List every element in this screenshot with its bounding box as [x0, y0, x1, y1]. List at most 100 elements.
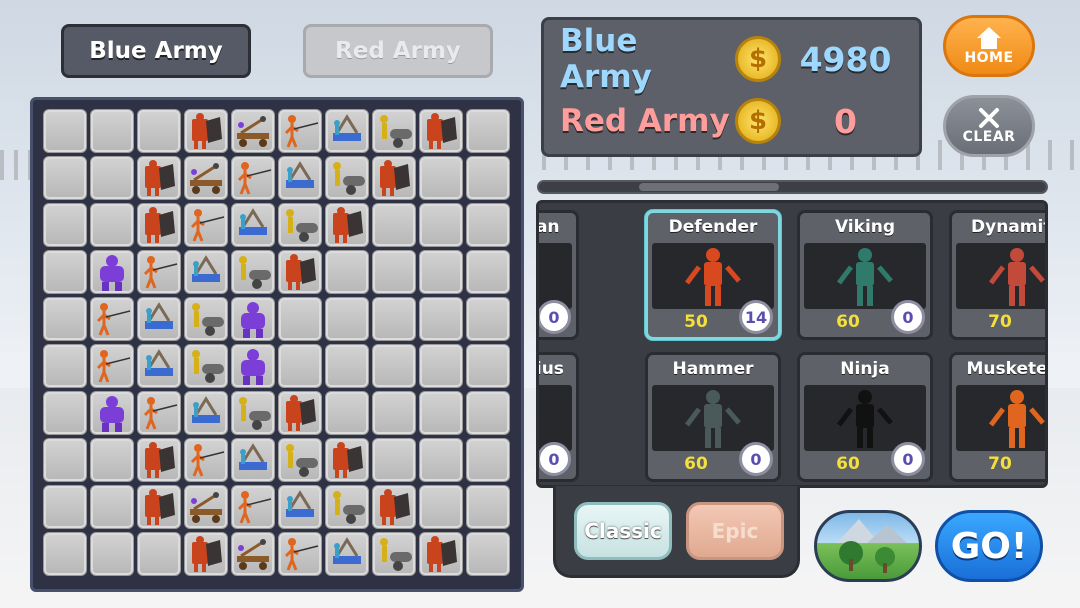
grid-cell-defender[interactable] — [419, 532, 463, 576]
grid-cell-cannon[interactable] — [278, 203, 322, 247]
grid-cell-ballista[interactable] — [137, 297, 181, 341]
grid-cell-empty[interactable] — [372, 344, 416, 388]
grid-cell-empty[interactable] — [137, 109, 181, 153]
grid-cell-empty[interactable] — [419, 485, 463, 529]
grid-cell-empty[interactable] — [372, 438, 416, 482]
grid-cell-catapult[interactable] — [184, 485, 228, 529]
grid-cell-empty[interactable] — [466, 156, 510, 200]
grid-cell-ballista[interactable] — [278, 156, 322, 200]
grid-cell-giant[interactable] — [231, 297, 275, 341]
grid-cell-ballista[interactable] — [137, 344, 181, 388]
grid-cell-ballista[interactable] — [184, 391, 228, 435]
grid-cell-ballista[interactable] — [231, 203, 275, 247]
tab-red-army[interactable]: Red Army — [303, 24, 493, 78]
grid-cell-spear[interactable] — [231, 156, 275, 200]
grid-cell-empty[interactable] — [325, 250, 369, 294]
grid-cell-empty[interactable] — [466, 485, 510, 529]
grid-cell-empty[interactable] — [419, 156, 463, 200]
grid-cell-empty[interactable] — [466, 297, 510, 341]
grid-cell-spear[interactable] — [137, 391, 181, 435]
grid-cell-defender[interactable] — [325, 438, 369, 482]
grid-cell-defender[interactable] — [278, 250, 322, 294]
grid-cell-ballista[interactable] — [325, 532, 369, 576]
grid-cell-empty[interactable] — [90, 438, 134, 482]
grid-cell-empty[interactable] — [372, 391, 416, 435]
grid-cell-spear[interactable] — [231, 485, 275, 529]
grid-cell-empty[interactable] — [90, 109, 134, 153]
grid-cell-empty[interactable] — [466, 250, 510, 294]
grid-cell-empty[interactable] — [90, 203, 134, 247]
grid-cell-empty[interactable] — [43, 109, 87, 153]
grid-cell-catapult[interactable] — [184, 156, 228, 200]
grid-cell-empty[interactable] — [466, 109, 510, 153]
grid-cell-defender[interactable] — [278, 391, 322, 435]
grid-cell-empty[interactable] — [419, 297, 463, 341]
unit-card-dynamite[interactable]: Dynamite 70 — [949, 210, 1045, 340]
go-button[interactable]: GO! — [935, 510, 1043, 582]
grid-cell-spear[interactable] — [90, 297, 134, 341]
unit-card-sagittarius[interactable]: Sagittarius500 — [539, 352, 579, 482]
tab-epic[interactable]: Epic — [686, 502, 784, 560]
grid-cell-giant[interactable] — [90, 250, 134, 294]
grid-cell-spear[interactable] — [137, 250, 181, 294]
grid-cell-empty[interactable] — [278, 344, 322, 388]
grid-cell-empty[interactable] — [466, 438, 510, 482]
grid-cell-ballista[interactable] — [278, 485, 322, 529]
grid-cell-defender[interactable] — [372, 156, 416, 200]
unit-card-musketeer[interactable]: Musketeer 70 — [949, 352, 1045, 482]
grid-cell-empty[interactable] — [43, 250, 87, 294]
grid-cell-defender[interactable] — [372, 485, 416, 529]
unit-card-ninja[interactable]: Ninja 60 0 — [797, 352, 933, 482]
grid-cell-empty[interactable] — [43, 344, 87, 388]
grid-cell-defender[interactable] — [184, 532, 228, 576]
grid-cell-spear[interactable] — [90, 344, 134, 388]
grid-cell-empty[interactable] — [419, 203, 463, 247]
placement-grid[interactable] — [43, 109, 521, 576]
grid-cell-empty[interactable] — [466, 203, 510, 247]
grid-cell-defender[interactable] — [137, 438, 181, 482]
home-button[interactable]: HOME — [943, 15, 1035, 77]
grid-cell-empty[interactable] — [43, 485, 87, 529]
unit-card-hammer[interactable]: Hammer 60 0 — [645, 352, 781, 482]
grid-cell-defender[interactable] — [137, 485, 181, 529]
grid-cell-empty[interactable] — [43, 203, 87, 247]
grid-cell-giant[interactable] — [231, 344, 275, 388]
grid-cell-empty[interactable] — [278, 297, 322, 341]
unit-card-defender[interactable]: Defender 50 14 — [645, 210, 781, 340]
grid-cell-empty[interactable] — [43, 438, 87, 482]
grid-cell-empty[interactable] — [90, 485, 134, 529]
grid-cell-cannon[interactable] — [184, 297, 228, 341]
grid-cell-defender[interactable] — [137, 156, 181, 200]
grid-cell-cannon[interactable] — [325, 485, 369, 529]
grid-cell-ballista[interactable] — [184, 250, 228, 294]
grid-cell-empty[interactable] — [137, 532, 181, 576]
grid-cell-cannon[interactable] — [325, 156, 369, 200]
grid-cell-empty[interactable] — [419, 438, 463, 482]
grid-cell-ballista[interactable] — [231, 438, 275, 482]
unit-card-viking[interactable]: Viking 60 0 — [797, 210, 933, 340]
grid-cell-cannon[interactable] — [372, 532, 416, 576]
grid-cell-empty[interactable] — [466, 391, 510, 435]
grid-cell-empty[interactable] — [372, 297, 416, 341]
grid-cell-spear[interactable] — [184, 438, 228, 482]
grid-cell-cannon[interactable] — [278, 438, 322, 482]
tab-classic[interactable]: Classic — [574, 502, 672, 560]
grid-cell-empty[interactable] — [90, 532, 134, 576]
grid-cell-spear[interactable] — [278, 532, 322, 576]
grid-cell-defender[interactable] — [184, 109, 228, 153]
map-select-button[interactable] — [814, 510, 922, 582]
grid-cell-empty[interactable] — [43, 156, 87, 200]
grid-cell-empty[interactable] — [419, 250, 463, 294]
grid-cell-catapult[interactable] — [231, 109, 275, 153]
grid-cell-empty[interactable] — [372, 203, 416, 247]
tab-blue-army[interactable]: Blue Army — [61, 24, 251, 78]
grid-cell-empty[interactable] — [372, 250, 416, 294]
scrollbar-thumb[interactable] — [639, 183, 779, 191]
grid-cell-cannon[interactable] — [231, 250, 275, 294]
grid-cell-defender[interactable] — [137, 203, 181, 247]
grid-cell-spear[interactable] — [184, 203, 228, 247]
grid-cell-ballista[interactable] — [325, 109, 369, 153]
grid-cell-giant[interactable] — [90, 391, 134, 435]
clear-button[interactable]: CLEAR — [943, 95, 1035, 157]
grid-cell-defender[interactable] — [325, 203, 369, 247]
